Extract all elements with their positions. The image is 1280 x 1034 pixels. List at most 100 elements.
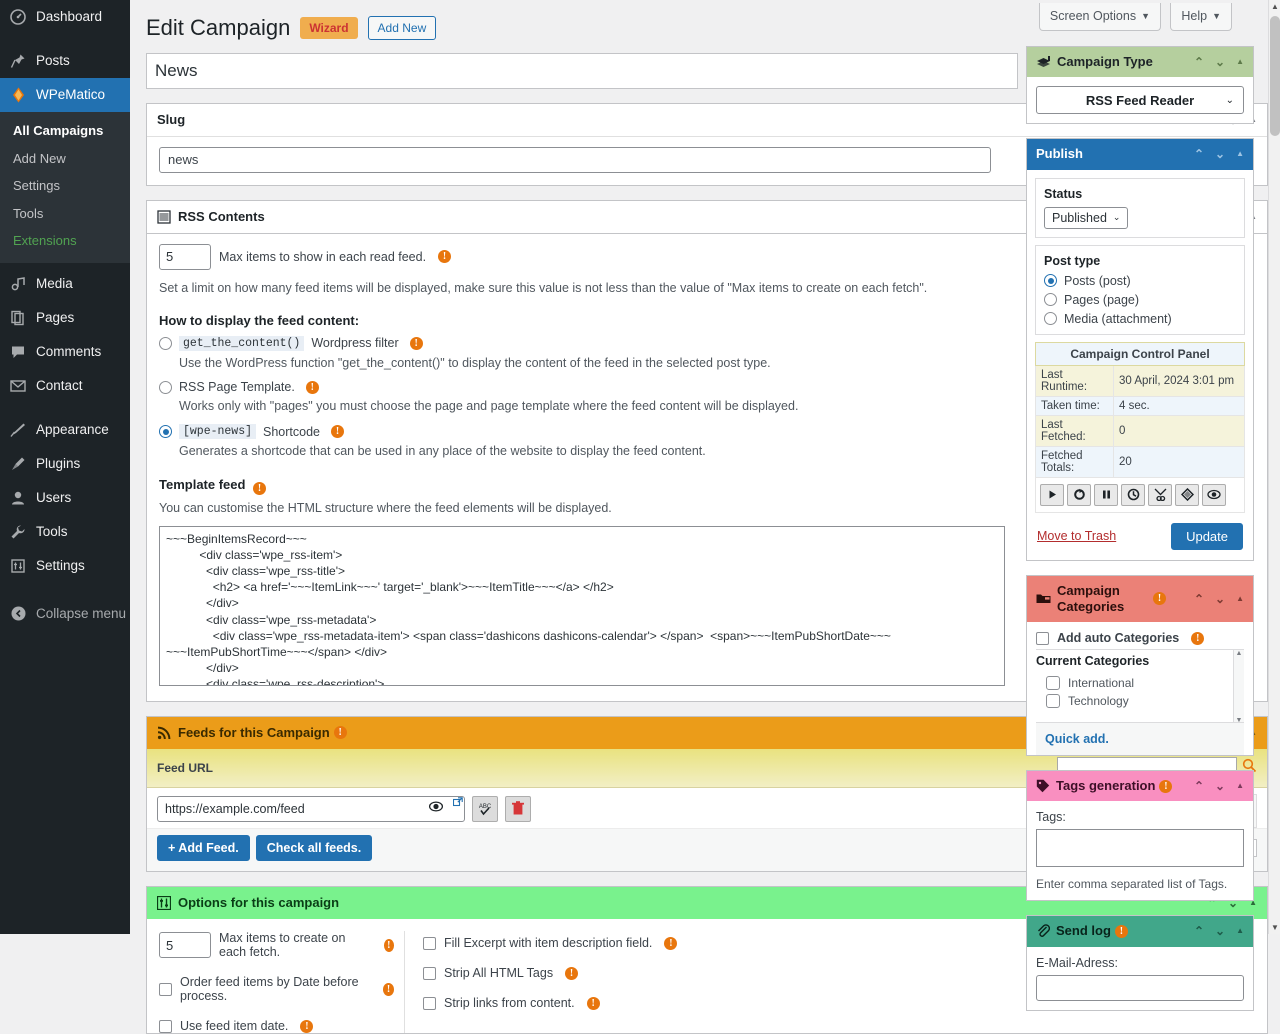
- post-type-option-posts[interactable]: Posts (post): [1044, 274, 1236, 288]
- sidebar-item-media[interactable]: Media: [0, 267, 130, 301]
- sidebar-item-wpematico[interactable]: WPeMatico: [0, 78, 138, 112]
- preview-eye-icon[interactable]: [428, 800, 444, 815]
- move-down-icon[interactable]: ⌄: [1215, 593, 1225, 605]
- scroll-down-icon[interactable]: ▼: [1271, 923, 1279, 932]
- delete-feed-button[interactable]: [505, 795, 531, 822]
- campaign-title-input[interactable]: [146, 52, 1018, 89]
- scroll-up-icon[interactable]: ▲: [1236, 650, 1243, 657]
- campaign-categories-panel-header[interactable]: Campaign Categories ! ⌃ ⌄ ▲: [1027, 575, 1253, 622]
- warning-icon[interactable]: !: [438, 250, 452, 264]
- use-feed-item-date-checkbox[interactable]: [159, 1019, 172, 1033]
- move-up-icon[interactable]: ⌃: [1194, 56, 1204, 68]
- toggle-panel-icon[interactable]: ▲: [1236, 782, 1244, 790]
- toggle-panel-icon[interactable]: ▲: [1236, 58, 1244, 66]
- max-items-show-input[interactable]: [159, 243, 211, 270]
- post-type-option-media[interactable]: Media (attachment): [1044, 312, 1236, 326]
- submenu-add-new[interactable]: Add New: [0, 145, 130, 173]
- warning-icon[interactable]: !: [331, 425, 344, 439]
- move-up-icon[interactable]: ⌃: [1194, 925, 1204, 937]
- move-down-icon[interactable]: ⌄: [1215, 780, 1225, 792]
- post-type-option-pages[interactable]: Pages (page): [1044, 293, 1236, 307]
- move-to-trash-link[interactable]: Move to Trash: [1037, 529, 1116, 543]
- sidebar-item-users[interactable]: Users: [0, 481, 130, 515]
- publish-panel-header[interactable]: Publish ⌃ ⌄ ▲: [1027, 139, 1253, 170]
- warning-icon[interactable]: !: [1153, 592, 1166, 606]
- strip-links-checkbox[interactable]: [423, 996, 436, 1010]
- move-up-icon[interactable]: ⌃: [1194, 148, 1204, 160]
- order-feed-items-checkbox[interactable]: [159, 982, 172, 996]
- add-feed-button[interactable]: + Add Feed.: [157, 834, 250, 861]
- radio-icon-selected[interactable]: [159, 425, 172, 439]
- toggle-panel-icon[interactable]: ▲: [1236, 594, 1244, 603]
- pause-icon[interactable]: [1094, 483, 1118, 506]
- submenu-extensions[interactable]: Extensions: [0, 227, 130, 255]
- order-feed-items-row[interactable]: Order feed items by Date before process.…: [159, 975, 394, 1003]
- fill-excerpt-checkbox[interactable]: [423, 936, 436, 950]
- strip-links-row[interactable]: Strip links from content. !: [423, 996, 677, 1010]
- check-all-feeds-button[interactable]: Check all feeds.: [255, 834, 373, 861]
- warning-icon[interactable]: !: [1191, 631, 1205, 645]
- refresh-icon[interactable]: [1067, 483, 1091, 506]
- move-down-icon[interactable]: ⌄: [1215, 56, 1225, 68]
- sidebar-item-posts[interactable]: Posts: [0, 44, 130, 78]
- email-address-input[interactable]: [1036, 974, 1244, 1001]
- add-auto-categories-checkbox[interactable]: [1036, 631, 1049, 645]
- warning-icon[interactable]: !: [1159, 779, 1173, 793]
- warning-icon[interactable]: !: [305, 380, 319, 394]
- warning-icon[interactable]: !: [253, 481, 267, 495]
- category-item-technology[interactable]: Technology: [1036, 694, 1244, 708]
- sidebar-item-settings[interactable]: Settings: [0, 549, 130, 583]
- radio-icon[interactable]: [1044, 312, 1057, 325]
- strip-html-checkbox[interactable]: [423, 966, 436, 980]
- warning-icon[interactable]: !: [383, 982, 394, 996]
- scroll-up-icon[interactable]: ▲: [1271, 2, 1279, 11]
- strip-html-row[interactable]: Strip All HTML Tags !: [423, 966, 677, 980]
- categories-scrollbar[interactable]: ▲ ▼: [1233, 650, 1244, 722]
- radio-icon[interactable]: [1044, 293, 1057, 306]
- fill-excerpt-row[interactable]: Fill Excerpt with item description field…: [423, 936, 678, 950]
- unlink-icon[interactable]: [1148, 483, 1172, 506]
- status-select[interactable]: Published ⌄: [1044, 206, 1129, 229]
- toggle-panel-icon[interactable]: ▲: [1236, 927, 1244, 935]
- move-down-icon[interactable]: ⌄: [1215, 925, 1225, 937]
- radio-icon-selected[interactable]: [1044, 274, 1057, 287]
- scroll-down-icon[interactable]: ▼: [1236, 717, 1243, 722]
- warning-icon[interactable]: !: [300, 1019, 314, 1033]
- campaign-type-select[interactable]: RSS Feed Reader ⌄: [1036, 86, 1244, 115]
- run-now-play-icon[interactable]: [1040, 483, 1064, 506]
- submenu-all-campaigns[interactable]: All Campaigns: [0, 117, 130, 145]
- sidebar-item-pages[interactable]: Pages: [0, 301, 130, 335]
- quick-add-link[interactable]: Quick add.: [1036, 723, 1244, 755]
- move-up-icon[interactable]: ⌃: [1194, 780, 1204, 792]
- warning-icon[interactable]: !: [565, 966, 579, 980]
- category-checkbox[interactable]: [1046, 676, 1060, 690]
- template-feed-textarea[interactable]: ~~~BeginItemsRecord~~~ <div class='wpe_r…: [159, 525, 1005, 686]
- wizard-button[interactable]: Wizard: [300, 17, 358, 40]
- campaign-type-panel-header[interactable]: Campaign Type ⌃ ⌄ ▲: [1027, 47, 1253, 78]
- add-new-button[interactable]: Add New: [367, 16, 437, 41]
- add-auto-categories-row[interactable]: Add auto Categories !: [1036, 631, 1244, 645]
- open-external-icon[interactable]: [452, 797, 463, 810]
- history-icon[interactable]: [1121, 483, 1145, 506]
- warning-icon[interactable]: !: [586, 996, 600, 1010]
- toggle-panel-icon[interactable]: ▲: [1236, 150, 1244, 158]
- sidebar-item-dashboard[interactable]: Dashboard: [0, 0, 130, 34]
- spellcheck-button[interactable]: ABC: [472, 795, 498, 822]
- warning-icon[interactable]: !: [383, 938, 394, 952]
- warning-icon[interactable]: !: [1114, 924, 1128, 938]
- submenu-tools[interactable]: Tools: [0, 200, 130, 228]
- radio-icon[interactable]: [159, 336, 172, 350]
- collapse-menu-button[interactable]: Collapse menu: [0, 597, 130, 631]
- tags-generation-panel-header[interactable]: Tags generation ! ⌃ ⌄ ▲: [1027, 771, 1253, 802]
- move-up-icon[interactable]: ⌃: [1194, 593, 1204, 605]
- sidebar-item-comments[interactable]: Comments: [0, 335, 130, 369]
- submenu-settings[interactable]: Settings: [0, 172, 130, 200]
- radio-icon[interactable]: [159, 380, 172, 394]
- slug-input[interactable]: [159, 146, 991, 173]
- tags-input[interactable]: [1036, 829, 1244, 868]
- sidebar-item-appearance[interactable]: Appearance: [0, 413, 130, 447]
- tag-icon[interactable]: [1175, 483, 1199, 506]
- move-down-icon[interactable]: ⌄: [1215, 148, 1225, 160]
- use-feed-item-date-row[interactable]: Use feed item date. !: [159, 1019, 394, 1033]
- category-item-international[interactable]: International: [1036, 676, 1244, 690]
